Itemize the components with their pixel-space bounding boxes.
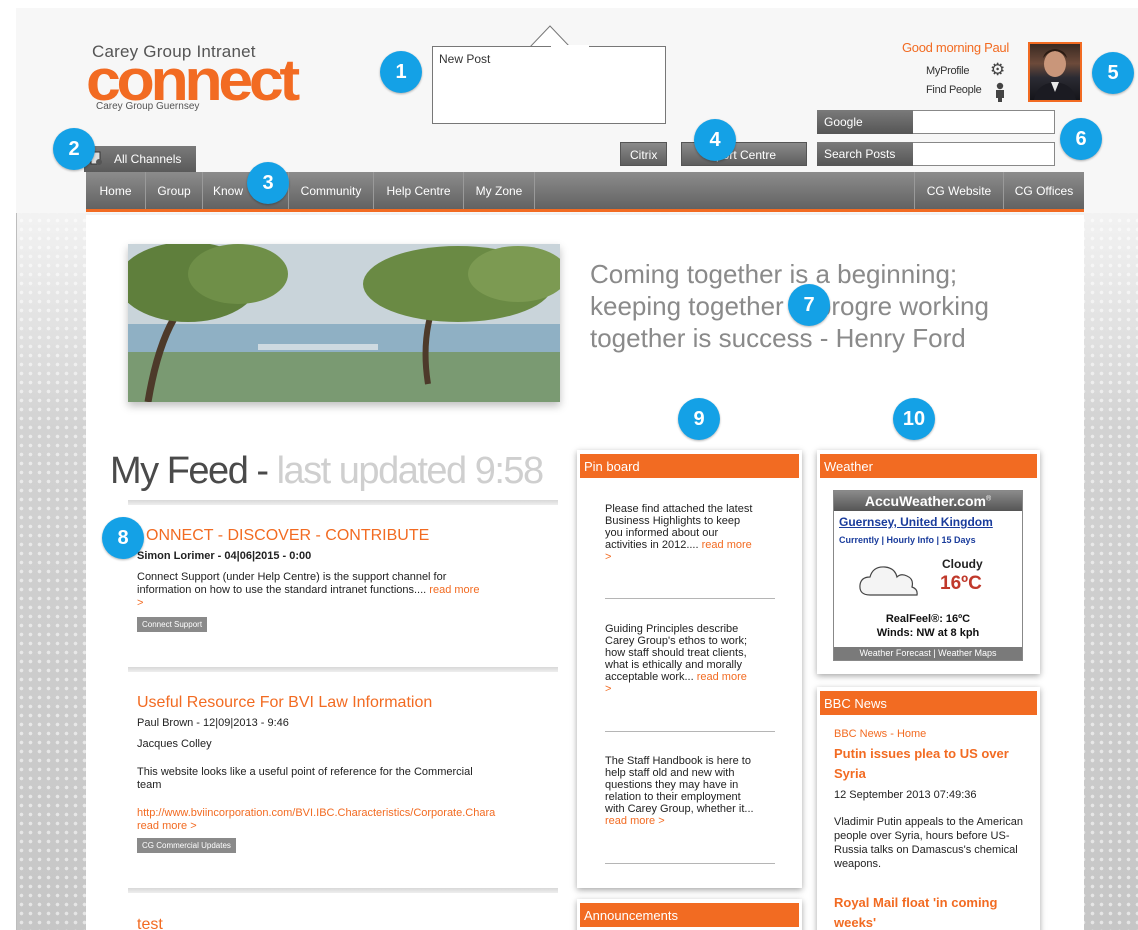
- pinboard-item-text: The Staff Handbook is here to help staff…: [605, 755, 754, 815]
- banner-image: [128, 244, 560, 402]
- post-link[interactable]: http://www.bviincorporation.com/BVI.IBC.…: [137, 807, 557, 820]
- nav-community[interactable]: Community: [289, 172, 374, 209]
- weather-temp: 16ºC: [940, 573, 982, 594]
- nav-my-zone[interactable]: My Zone: [464, 172, 535, 209]
- post-meta: Simon Lorimer - 04|06|2015 - 0:00: [137, 550, 312, 562]
- pinboard-item: Guiding Principles describe Carey Group'…: [605, 623, 755, 695]
- post-body: Connect Support (under Help Centre) is t…: [137, 571, 487, 610]
- feed-divider: [128, 667, 558, 672]
- pinboard-divider: [605, 863, 775, 864]
- weather-location[interactable]: Guernsey, United Kingdom: [839, 515, 993, 529]
- banner-scene: [128, 244, 560, 402]
- callout-5: 5: [1092, 52, 1134, 94]
- post-text: This website looks like a useful point o…: [137, 766, 473, 791]
- weather-realfeel: RealFeel®: 16ºC: [885, 613, 971, 625]
- nav-help-centre[interactable]: Help Centre: [374, 172, 464, 209]
- bbc-news-title: BBC News: [820, 691, 1037, 715]
- pinboard-item: Please find attached the latest Business…: [605, 503, 755, 563]
- weather-condition: Cloudy: [942, 557, 983, 571]
- pinboard-title: Pin board: [580, 454, 799, 478]
- pinboard-item: The Staff Handbook is here to help staff…: [605, 755, 755, 827]
- post-box-pointer: [530, 25, 570, 47]
- accuweather-mark: ®: [985, 495, 992, 503]
- feed-updated: last updated 9:58: [276, 450, 545, 492]
- google-search-label: Google: [817, 110, 913, 134]
- find-people-link[interactable]: Find People: [926, 84, 982, 96]
- callout-1: 1: [380, 51, 422, 93]
- feed-divider: [128, 888, 558, 893]
- feed-title: My Feed - last updated 9:58: [110, 450, 545, 493]
- new-post-placeholder: New Post: [439, 52, 491, 66]
- avatar-portrait: [1034, 49, 1076, 100]
- google-search-input[interactable]: [913, 110, 1055, 134]
- post-title[interactable]: Useful Resource For BVI Law Information: [137, 694, 432, 712]
- callout-8: 8: [102, 517, 144, 559]
- bbc-source[interactable]: BBC News - Home: [834, 728, 926, 740]
- announcements-panel: Announcements: [577, 899, 802, 930]
- weather-widget[interactable]: AccuWeather.com® Guernsey, United Kingdo…: [833, 490, 1023, 661]
- post-author: Jacques Colley: [137, 738, 212, 750]
- pinboard-divider: [605, 598, 775, 599]
- weather-footer[interactable]: Weather Forecast | Weather Maps: [834, 647, 1022, 660]
- all-channels-label: All Channels: [114, 152, 182, 166]
- bbc-headline[interactable]: Putin issues plea to US over Syria: [834, 744, 1014, 784]
- feed-title-main: My Feed -: [110, 450, 277, 492]
- tag-badge[interactable]: Connect Support: [137, 617, 208, 632]
- callout-4: 4: [694, 119, 736, 161]
- bbc-summary: Vladimir Putin appeals to the American p…: [834, 816, 1023, 870]
- nav-home[interactable]: Home: [86, 172, 146, 209]
- search-posts-label: Search Posts: [817, 142, 913, 166]
- post-title[interactable]: test: [137, 916, 163, 930]
- logo-sub-text: Carey Group Guernsey: [96, 101, 200, 112]
- accuweather-brand: AccuWeather.com®: [834, 491, 1022, 511]
- read-more-link[interactable]: read more >: [137, 820, 197, 833]
- callout-10: 10: [893, 398, 935, 440]
- weather-winds: Winds: NW at 8 kph: [876, 627, 980, 639]
- weather-title: Weather: [820, 454, 1037, 478]
- post-box-pointer-join: [551, 45, 589, 48]
- bbc-date: 12 September 2013 07:49:36: [834, 789, 977, 801]
- nav-cg-website[interactable]: CG Website: [914, 172, 1004, 209]
- person-icon[interactable]: [994, 82, 1006, 102]
- avatar[interactable]: [1028, 42, 1082, 102]
- new-post-box[interactable]: New Post: [432, 46, 666, 124]
- accuweather-name: AccuWeather.com: [864, 493, 986, 509]
- gear-icon[interactable]: ⚙: [990, 61, 1005, 78]
- search-posts-input[interactable]: [913, 142, 1055, 166]
- announcements-title: Announcements: [580, 903, 799, 927]
- greeting-text: Good morning Paul: [902, 40, 1009, 55]
- callout-7: 7: [788, 284, 830, 326]
- callout-2: 2: [53, 128, 95, 170]
- bbc-headline-2[interactable]: Royal Mail float 'in coming weeks': [834, 893, 1014, 930]
- post-meta: Paul Brown - 12|09|2013 - 9:46: [137, 717, 289, 729]
- callout-6: 6: [1060, 118, 1102, 160]
- my-profile-link[interactable]: MyProfile: [926, 65, 969, 77]
- main-nav: Home Group Know Community Help Centre My…: [86, 172, 1084, 212]
- post-text: Connect Support (under Help Centre) is t…: [137, 571, 447, 596]
- callout-9: 9: [678, 398, 720, 440]
- nav-cg-offices[interactable]: CG Offices: [1004, 172, 1084, 209]
- tag-badge[interactable]: CG Commercial Updates: [137, 838, 236, 853]
- pinboard-divider: [605, 731, 775, 732]
- citrix-button[interactable]: Citrix: [620, 142, 668, 166]
- read-more-link[interactable]: read more >: [605, 815, 665, 827]
- weather-tabs[interactable]: Currently | Hourly Info | 15 Days: [839, 535, 976, 545]
- feed-divider: [128, 500, 558, 505]
- nav-group[interactable]: Group: [146, 172, 203, 209]
- callout-3: 3: [247, 162, 289, 204]
- post-title[interactable]: ONNECT - DISCOVER - CONTRIBUTE: [146, 527, 429, 545]
- cloud-icon: [859, 566, 918, 596]
